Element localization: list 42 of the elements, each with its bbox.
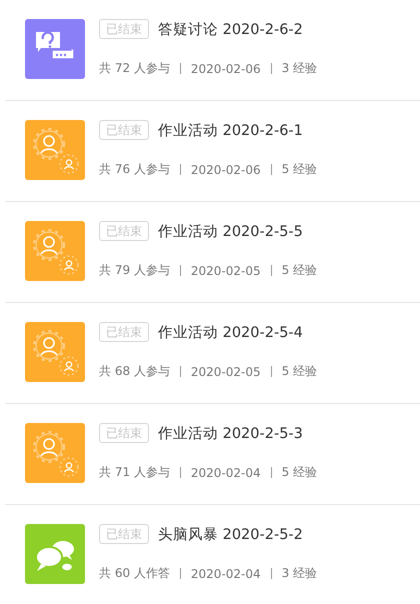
activity-item[interactable]: 已结束 作业活动 2020-2-5-3 共 71 人参与 2020-02-04 5 经验 [5, 404, 420, 505]
status-badge: 已结束 [99, 221, 149, 241]
participant-count: 共 68 人参与 [99, 363, 170, 380]
participant-count: 共 72 人参与 [99, 60, 170, 77]
participant-count: 共 71 人参与 [99, 464, 170, 481]
experience-points: 5 经验 [282, 363, 318, 380]
activity-item[interactable]: 已结束 头脑风暴 2020-2-5-2 共 60 人作答 2020-02-04 3 经验 [5, 505, 420, 604]
chat-bubbles-icon [25, 524, 85, 584]
activity-item[interactable]: 已结束 作业活动 2020-2-5-5 共 79 人参与 2020-02-05 5 经验 [5, 202, 420, 303]
status-badge: 已结束 [99, 524, 149, 544]
activity-item[interactable]: 已结束 答疑讨论 2020-2-6-2 共 72 人参与 2020-02-06 3 经验 [5, 0, 420, 101]
gear-person-icon [25, 120, 85, 180]
experience-points: 3 经验 [282, 565, 318, 582]
gear-person-icon [25, 423, 85, 483]
status-badge: 已结束 [99, 120, 149, 140]
status-badge: 已结束 [99, 423, 149, 443]
activity-title: 作业活动 2020-2-5-4 [158, 324, 303, 342]
activity-date: 2020-02-05 [190, 264, 261, 278]
experience-points: 3 经验 [282, 60, 318, 77]
activity-title: 头脑风暴 2020-2-5-2 [158, 526, 303, 544]
gear-person-icon [25, 322, 85, 382]
participant-count: 共 76 人参与 [99, 161, 170, 178]
experience-points: 5 经验 [282, 464, 318, 481]
experience-points: 5 经验 [282, 161, 318, 178]
activity-date: 2020-02-06 [190, 62, 261, 76]
question-chat-icon [25, 19, 85, 79]
status-badge: 已结束 [99, 19, 149, 39]
activity-date: 2020-02-06 [190, 162, 261, 176]
activity-date: 2020-02-04 [190, 466, 261, 480]
gear-person-icon [25, 221, 85, 281]
activity-title: 答疑讨论 2020-2-6-2 [158, 20, 303, 38]
activity-date: 2020-02-05 [190, 364, 261, 378]
participant-count: 共 79 人参与 [99, 262, 170, 279]
participant-count: 共 60 人作答 [99, 565, 170, 582]
activity-item[interactable]: 已结束 作业活动 2020-2-5-4 共 68 人参与 2020-02-05 5 经验 [5, 303, 420, 404]
status-badge: 已结束 [99, 322, 149, 342]
activity-title: 作业活动 2020-2-5-3 [158, 424, 303, 442]
activity-title: 作业活动 2020-2-5-5 [158, 222, 303, 240]
activity-item[interactable]: 已结束 作业活动 2020-2-6-1 共 76 人参与 2020-02-06 5 经验 [5, 101, 420, 202]
experience-points: 5 经验 [282, 262, 318, 279]
activity-date: 2020-02-04 [190, 566, 261, 580]
activity-title: 作业活动 2020-2-6-1 [158, 122, 303, 140]
